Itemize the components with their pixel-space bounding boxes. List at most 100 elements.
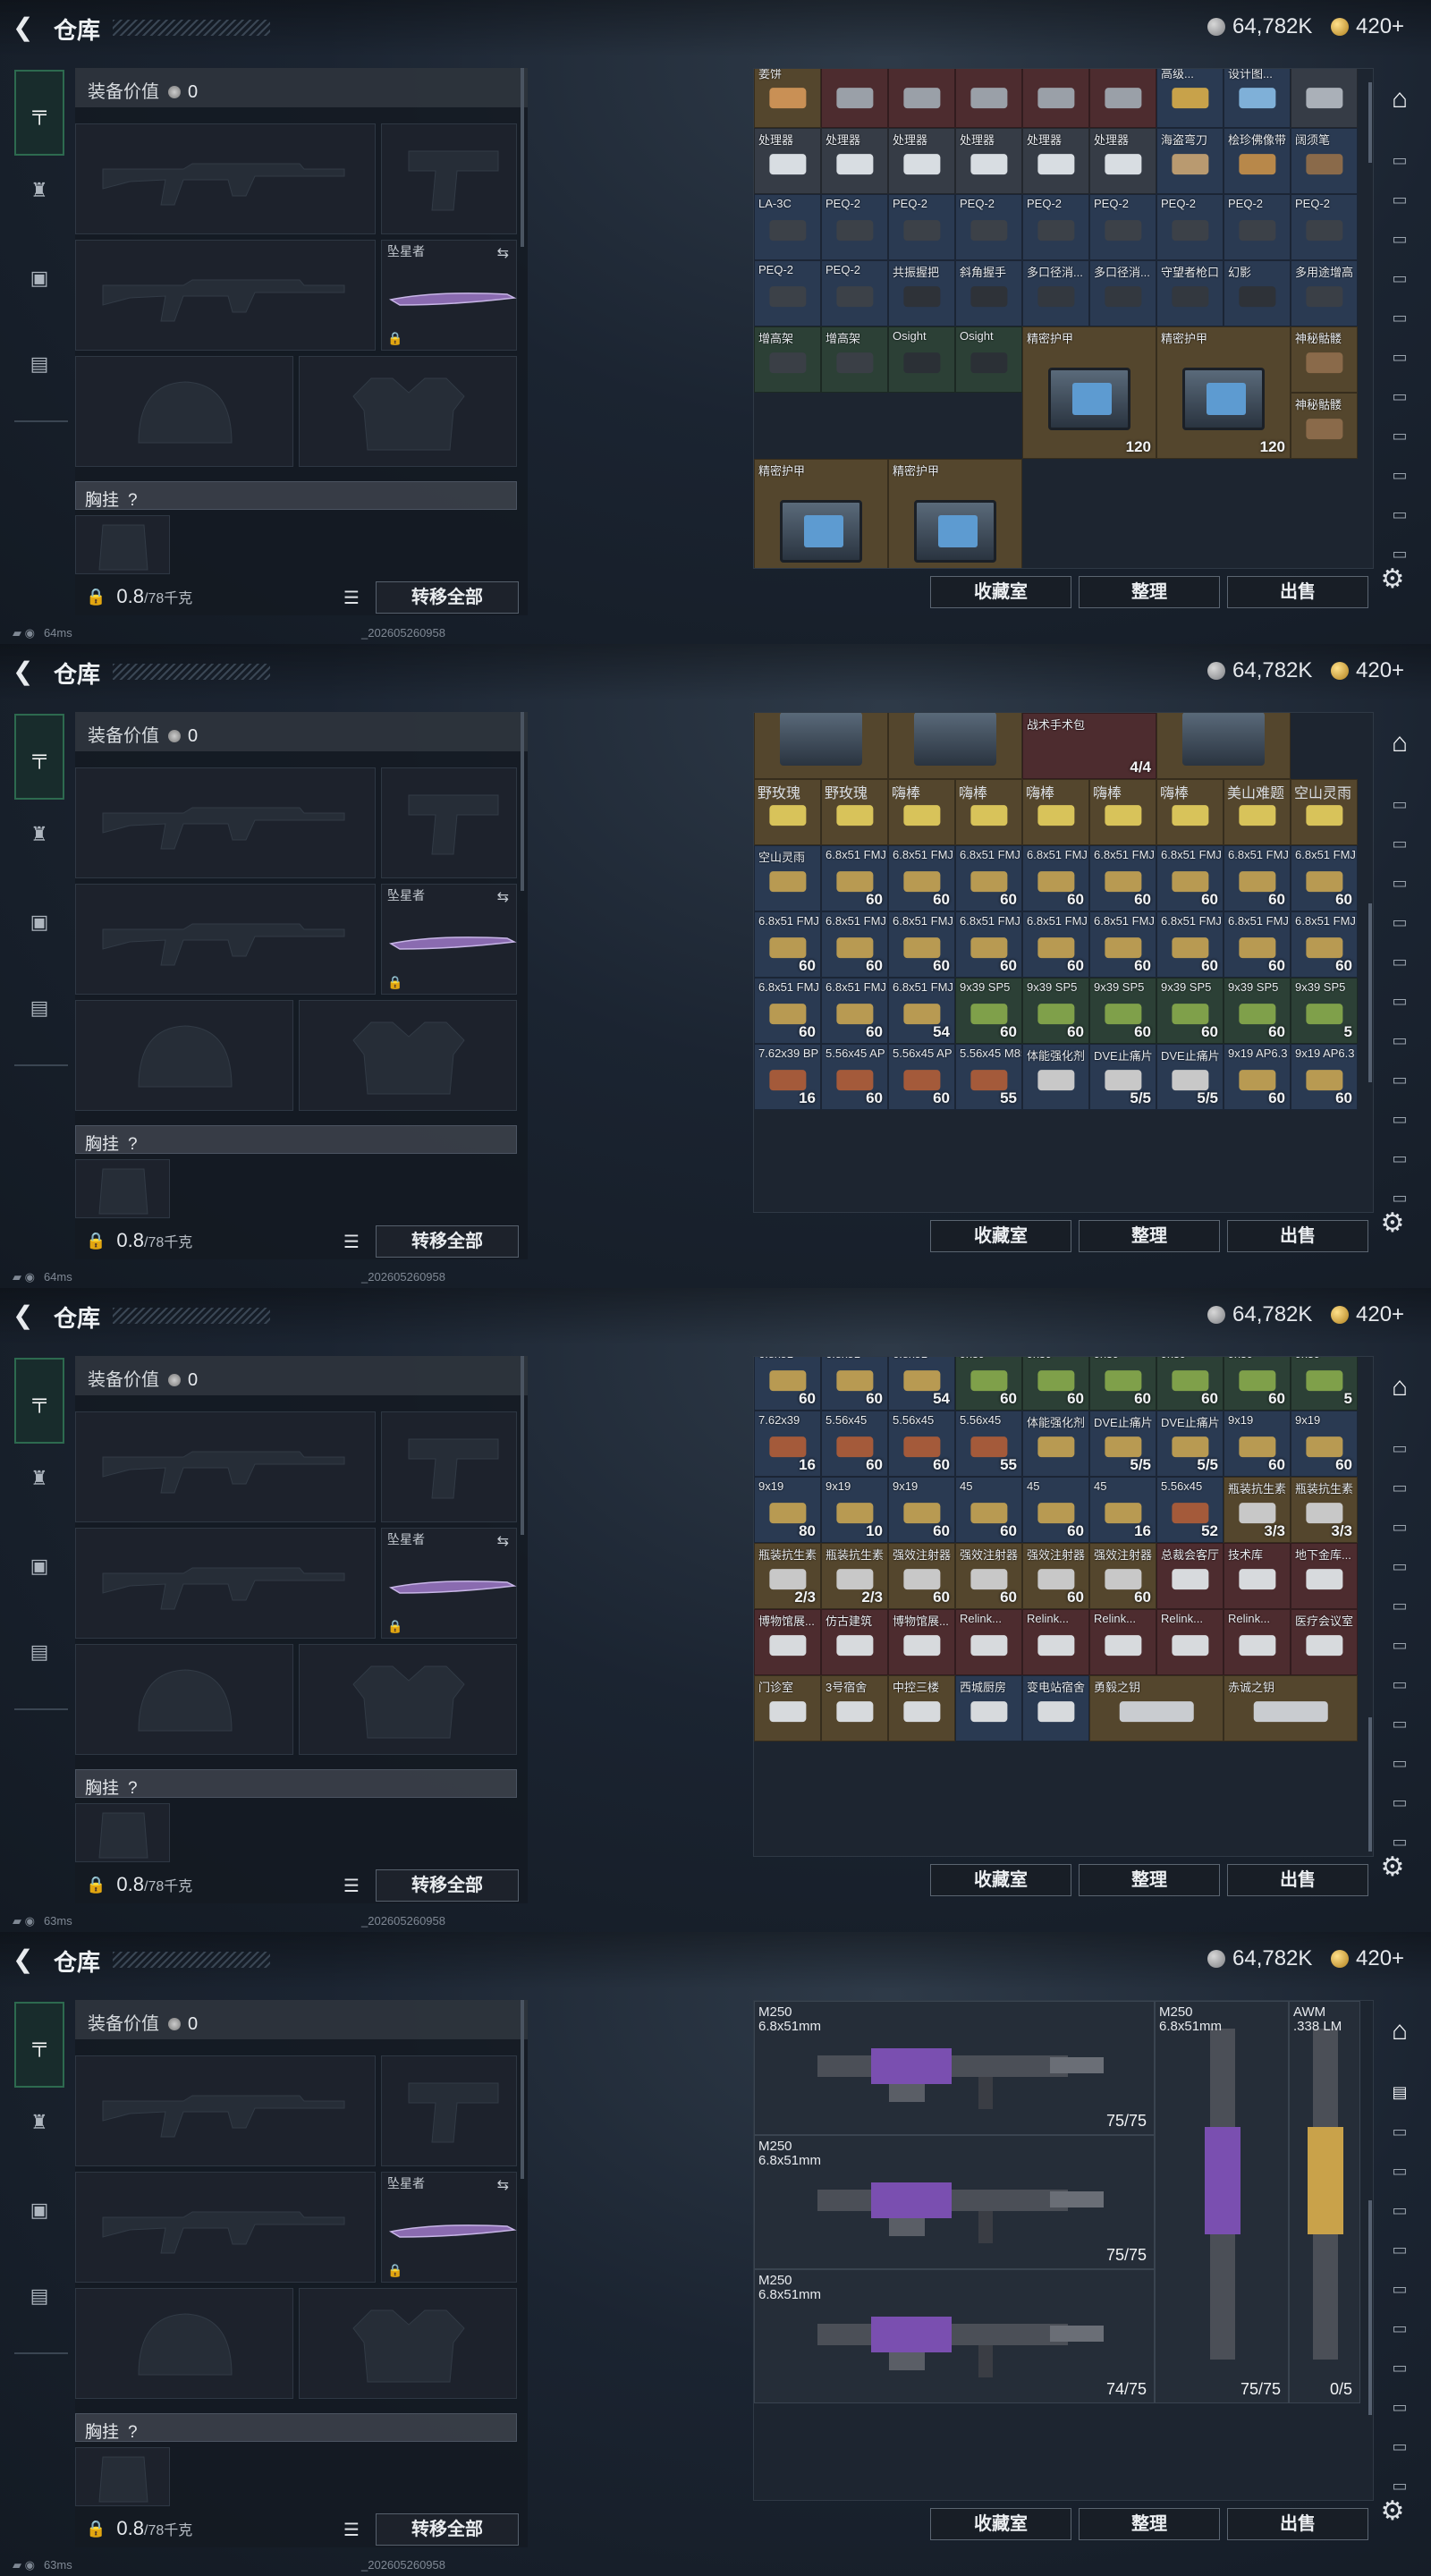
item-cell[interactable]: 中控三楼 bbox=[888, 1675, 955, 1741]
gold-currency[interactable]: 420+ bbox=[1331, 1302, 1404, 1327]
tab-case[interactable]: ▤ bbox=[14, 2275, 64, 2317]
item-cell[interactable]: 60 9x19 bbox=[888, 1477, 955, 1543]
storage-page-icon[interactable]: ▭ bbox=[1384, 1472, 1415, 1503]
item-cell[interactable]: 60 6.8x51 FMJ bbox=[1089, 845, 1156, 911]
item-cell[interactable] bbox=[888, 69, 955, 128]
item-cell[interactable]: 增高架 bbox=[821, 326, 888, 393]
item-cell[interactable]: 60 9x19 bbox=[1224, 1411, 1291, 1477]
sort-button[interactable]: 整理 bbox=[1079, 1864, 1220, 1896]
primary-weapon-slot[interactable] bbox=[75, 767, 376, 878]
item-cell[interactable]: 60 9x39 bbox=[955, 1357, 1022, 1411]
item-cell[interactable]: Osight bbox=[955, 326, 1022, 393]
equipment-scrollbar[interactable] bbox=[521, 2000, 524, 2179]
tab-backpack[interactable]: ▣ bbox=[14, 2190, 64, 2231]
item-cell[interactable] bbox=[955, 69, 1022, 128]
item-cell[interactable]: 处理器 bbox=[955, 128, 1022, 194]
back-arrow-icon[interactable]: ❮ bbox=[13, 14, 39, 41]
item-cell[interactable]: 80 9x19 bbox=[754, 1477, 821, 1543]
equipment-scrollbar[interactable] bbox=[521, 1356, 524, 1535]
item-cell[interactable]: PEQ-2 bbox=[888, 194, 955, 260]
storage-page-icon[interactable]: ▭ bbox=[1384, 1630, 1415, 1660]
storage-page-icon[interactable]: ▭ bbox=[1384, 2392, 1415, 2422]
storage-page-icon[interactable]: ▤ bbox=[1384, 2077, 1415, 2107]
vest-slot[interactable] bbox=[75, 1159, 170, 1218]
storage-page-icon[interactable]: ▭ bbox=[1384, 1104, 1415, 1134]
secondary-weapon-slot[interactable] bbox=[75, 1528, 376, 1639]
item-cell[interactable]: 守望者枪口 bbox=[1156, 260, 1224, 326]
armor-item-cell[interactable] bbox=[1156, 713, 1291, 779]
item-cell[interactable]: 60 45 bbox=[1022, 1477, 1089, 1543]
armor-slot[interactable] bbox=[299, 1000, 517, 1111]
back-arrow-icon[interactable]: ❮ bbox=[13, 658, 39, 685]
pistol-slot[interactable] bbox=[381, 123, 517, 234]
swap-icon[interactable]: ⇆ bbox=[497, 244, 509, 262]
gold-currency[interactable]: 420+ bbox=[1331, 1946, 1404, 1971]
pistol-slot[interactable] bbox=[381, 767, 517, 878]
item-cell[interactable]: 60 6.8x51 FMJ bbox=[1291, 911, 1358, 978]
armor-slot[interactable] bbox=[299, 2288, 517, 2399]
tab-weapons[interactable]: ╤ bbox=[14, 70, 64, 156]
item-cell[interactable]: 姜饼 bbox=[754, 69, 821, 128]
item-cell[interactable]: 60 强效注射器 bbox=[1089, 1543, 1156, 1609]
item-cell[interactable]: 共振握把 bbox=[888, 260, 955, 326]
item-cell[interactable]: Osight bbox=[888, 326, 955, 393]
storage-page-icon[interactable]: ▭ bbox=[1384, 789, 1415, 819]
item-cell[interactable]: 60 6.8x51 FMJ bbox=[1156, 845, 1224, 911]
item-cell[interactable]: 60 6.8x51 FMJ bbox=[754, 911, 821, 978]
item-cell[interactable]: 60 强效注射器 bbox=[888, 1543, 955, 1609]
item-cell[interactable]: 多口径消... bbox=[1022, 260, 1089, 326]
item-cell[interactable]: 处理器 bbox=[754, 128, 821, 194]
sell-button[interactable]: 出售 bbox=[1227, 1864, 1368, 1896]
item-cell[interactable]: 60 6.8x51 FMJ bbox=[888, 845, 955, 911]
storage-page-icon[interactable]: ▭ bbox=[1384, 2352, 1415, 2383]
helmet-slot[interactable] bbox=[75, 1000, 293, 1111]
vault-home-icon[interactable]: ⌂ bbox=[1384, 1372, 1415, 1402]
item-cell[interactable]: 勇毅之钥 bbox=[1089, 1675, 1224, 1741]
sort-button[interactable]: 整理 bbox=[1079, 576, 1220, 608]
sell-button[interactable]: 出售 bbox=[1227, 576, 1368, 608]
storage-page-icon[interactable]: ▭ bbox=[1384, 302, 1415, 333]
equipment-scrollbar[interactable] bbox=[521, 68, 524, 247]
weapon-item-cell[interactable]: M250 6.8x51mm 75/75 bbox=[754, 2135, 1155, 2269]
melee-slot[interactable]: 坠星者 ⇆ 🔒 bbox=[381, 1528, 517, 1639]
item-cell[interactable]: 16 7.62x39 BP bbox=[754, 1044, 821, 1110]
collection-button[interactable]: 收藏室 bbox=[930, 1864, 1071, 1896]
item-cell[interactable]: Relink... bbox=[955, 1609, 1022, 1675]
tab-weapons[interactable]: ╤ bbox=[14, 1358, 64, 1444]
armor-item-cell[interactable] bbox=[888, 713, 1022, 779]
vest-slot[interactable] bbox=[75, 2447, 170, 2506]
list-icon[interactable]: ☰ bbox=[343, 587, 360, 609]
swap-icon[interactable]: ⇆ bbox=[497, 1532, 509, 1550]
item-cell[interactable]: 54 6.8x51 bbox=[888, 1357, 955, 1411]
item-cell[interactable]: PEQ-2 bbox=[1156, 194, 1224, 260]
item-cell[interactable]: 60 9x39 SP5 bbox=[1022, 978, 1089, 1044]
item-cell[interactable]: 地下金库... bbox=[1291, 1543, 1358, 1609]
item-cell[interactable]: 60 9x19 bbox=[1291, 1411, 1358, 1477]
item-cell[interactable]: 5 9x39 bbox=[1291, 1357, 1358, 1411]
armor-slot[interactable] bbox=[299, 1644, 517, 1755]
armor-item-cell[interactable]: 精密护甲120 bbox=[1156, 326, 1291, 459]
item-cell[interactable] bbox=[1022, 69, 1089, 128]
item-cell[interactable]: 55 5.56x45 M855A1 bbox=[955, 1044, 1022, 1110]
item-cell[interactable]: 60 6.8x51 FMJ bbox=[1022, 911, 1089, 978]
item-cell[interactable]: 仿古建筑 bbox=[821, 1609, 888, 1675]
tab-backpack[interactable]: ▣ bbox=[14, 902, 64, 943]
storage-page-icon[interactable]: ▭ bbox=[1384, 1590, 1415, 1621]
storage-page-icon[interactable]: ▭ bbox=[1384, 420, 1415, 451]
item-cell[interactable]: 16 7.62x39 bbox=[754, 1411, 821, 1477]
storage-page-icon[interactable]: ▭ bbox=[1384, 224, 1415, 254]
item-cell[interactable]: 处理器 bbox=[1089, 128, 1156, 194]
armor-item-cell[interactable]: 精密护甲120 bbox=[754, 459, 888, 568]
pistol-slot[interactable] bbox=[381, 2055, 517, 2166]
storage-page-icon[interactable]: ▭ bbox=[1384, 145, 1415, 175]
item-cell[interactable]: 5/5 DVE止痛片 bbox=[1156, 1044, 1224, 1110]
item-cell[interactable]: 60 9x39 SP5 bbox=[1224, 978, 1291, 1044]
item-cell[interactable]: 60 45 bbox=[955, 1477, 1022, 1543]
gold-currency[interactable]: 420+ bbox=[1331, 658, 1404, 683]
item-cell[interactable]: 60 6.8x51 FMJ bbox=[821, 845, 888, 911]
item-cell[interactable]: 60 6.8x51 FMJ bbox=[821, 911, 888, 978]
item-cell[interactable]: 55 5.56x45 bbox=[955, 1411, 1022, 1477]
item-cell[interactable]: 桧珍佛像带 bbox=[1224, 128, 1291, 194]
sell-button[interactable]: 出售 bbox=[1227, 1220, 1368, 1252]
storage-page-icon[interactable]: ▭ bbox=[1384, 1787, 1415, 1818]
